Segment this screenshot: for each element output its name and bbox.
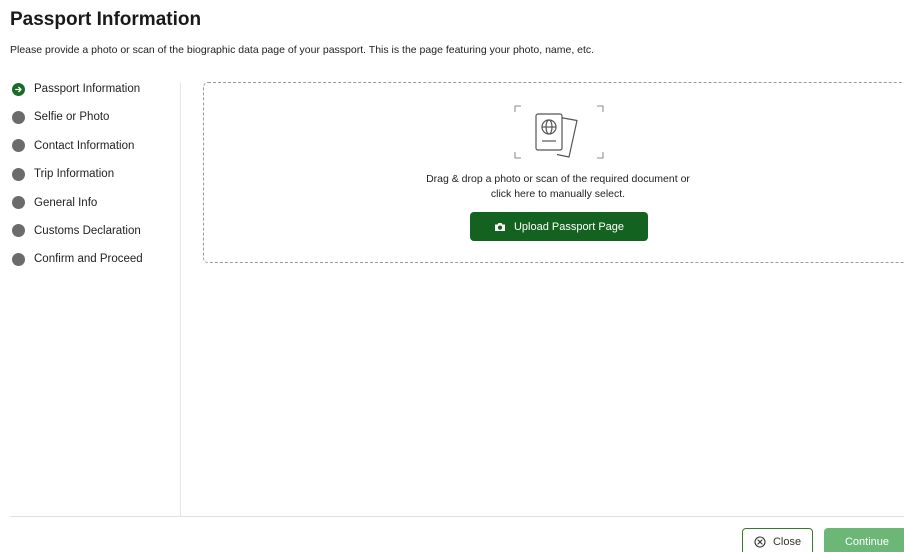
step-label: Passport Information	[34, 83, 141, 95]
drop-instruction-line-1: Drag & drop a photo or scan of the requi…	[426, 173, 690, 185]
arrow-right-icon	[12, 82, 25, 96]
step-label: Confirm and Proceed	[34, 253, 143, 266]
step-general-info[interactable]: General Info	[12, 196, 143, 210]
step-label: Trip Information	[34, 168, 115, 181]
step-contact-information[interactable]: Contact Information	[12, 139, 143, 153]
sidebar-divider	[180, 82, 181, 516]
step-label: Selfie or Photo	[34, 111, 110, 124]
step-list: Passport Information Selfie or Photo Con…	[12, 82, 143, 281]
upload-passport-page-button[interactable]: Upload Passport Page	[470, 212, 648, 241]
step-dot-icon	[12, 139, 25, 153]
step-selfie-or-photo[interactable]: Selfie or Photo	[12, 110, 143, 124]
step-label: Contact Information	[34, 139, 135, 152]
continue-button[interactable]: Continue	[824, 528, 904, 552]
step-trip-information[interactable]: Trip Information	[12, 167, 143, 181]
step-dot-icon	[12, 110, 25, 124]
step-dot-icon	[12, 167, 25, 181]
step-dot-icon	[12, 224, 25, 238]
page-title: Passport Information	[10, 9, 202, 30]
passport-icon	[513, 104, 605, 160]
step-dot-icon	[12, 196, 25, 210]
passport-information-page: Passport Information Please provide a ph…	[0, 0, 904, 552]
step-passport-information[interactable]: Passport Information	[12, 82, 143, 96]
close-button-label: Close	[772, 536, 802, 548]
drop-instruction-line-2: click here to manually select.	[490, 188, 626, 200]
step-label: General Info	[34, 196, 98, 209]
page-subtitle: Please provide a photo or scan of the bi…	[10, 44, 595, 56]
footer-divider	[10, 516, 904, 517]
drop-instructions: Drag & drop a photo or scan of the requi…	[358, 172, 758, 202]
step-confirm-and-proceed[interactable]: Confirm and Proceed	[12, 252, 143, 266]
step-label: Customs Declaration	[34, 224, 141, 237]
camera-icon	[494, 222, 506, 232]
close-circle-icon	[754, 536, 766, 548]
step-dot-icon	[12, 252, 25, 266]
step-customs-declaration[interactable]: Customs Declaration	[12, 224, 143, 238]
upload-button-label: Upload Passport Page	[513, 220, 625, 233]
close-button[interactable]: Close	[742, 528, 813, 552]
